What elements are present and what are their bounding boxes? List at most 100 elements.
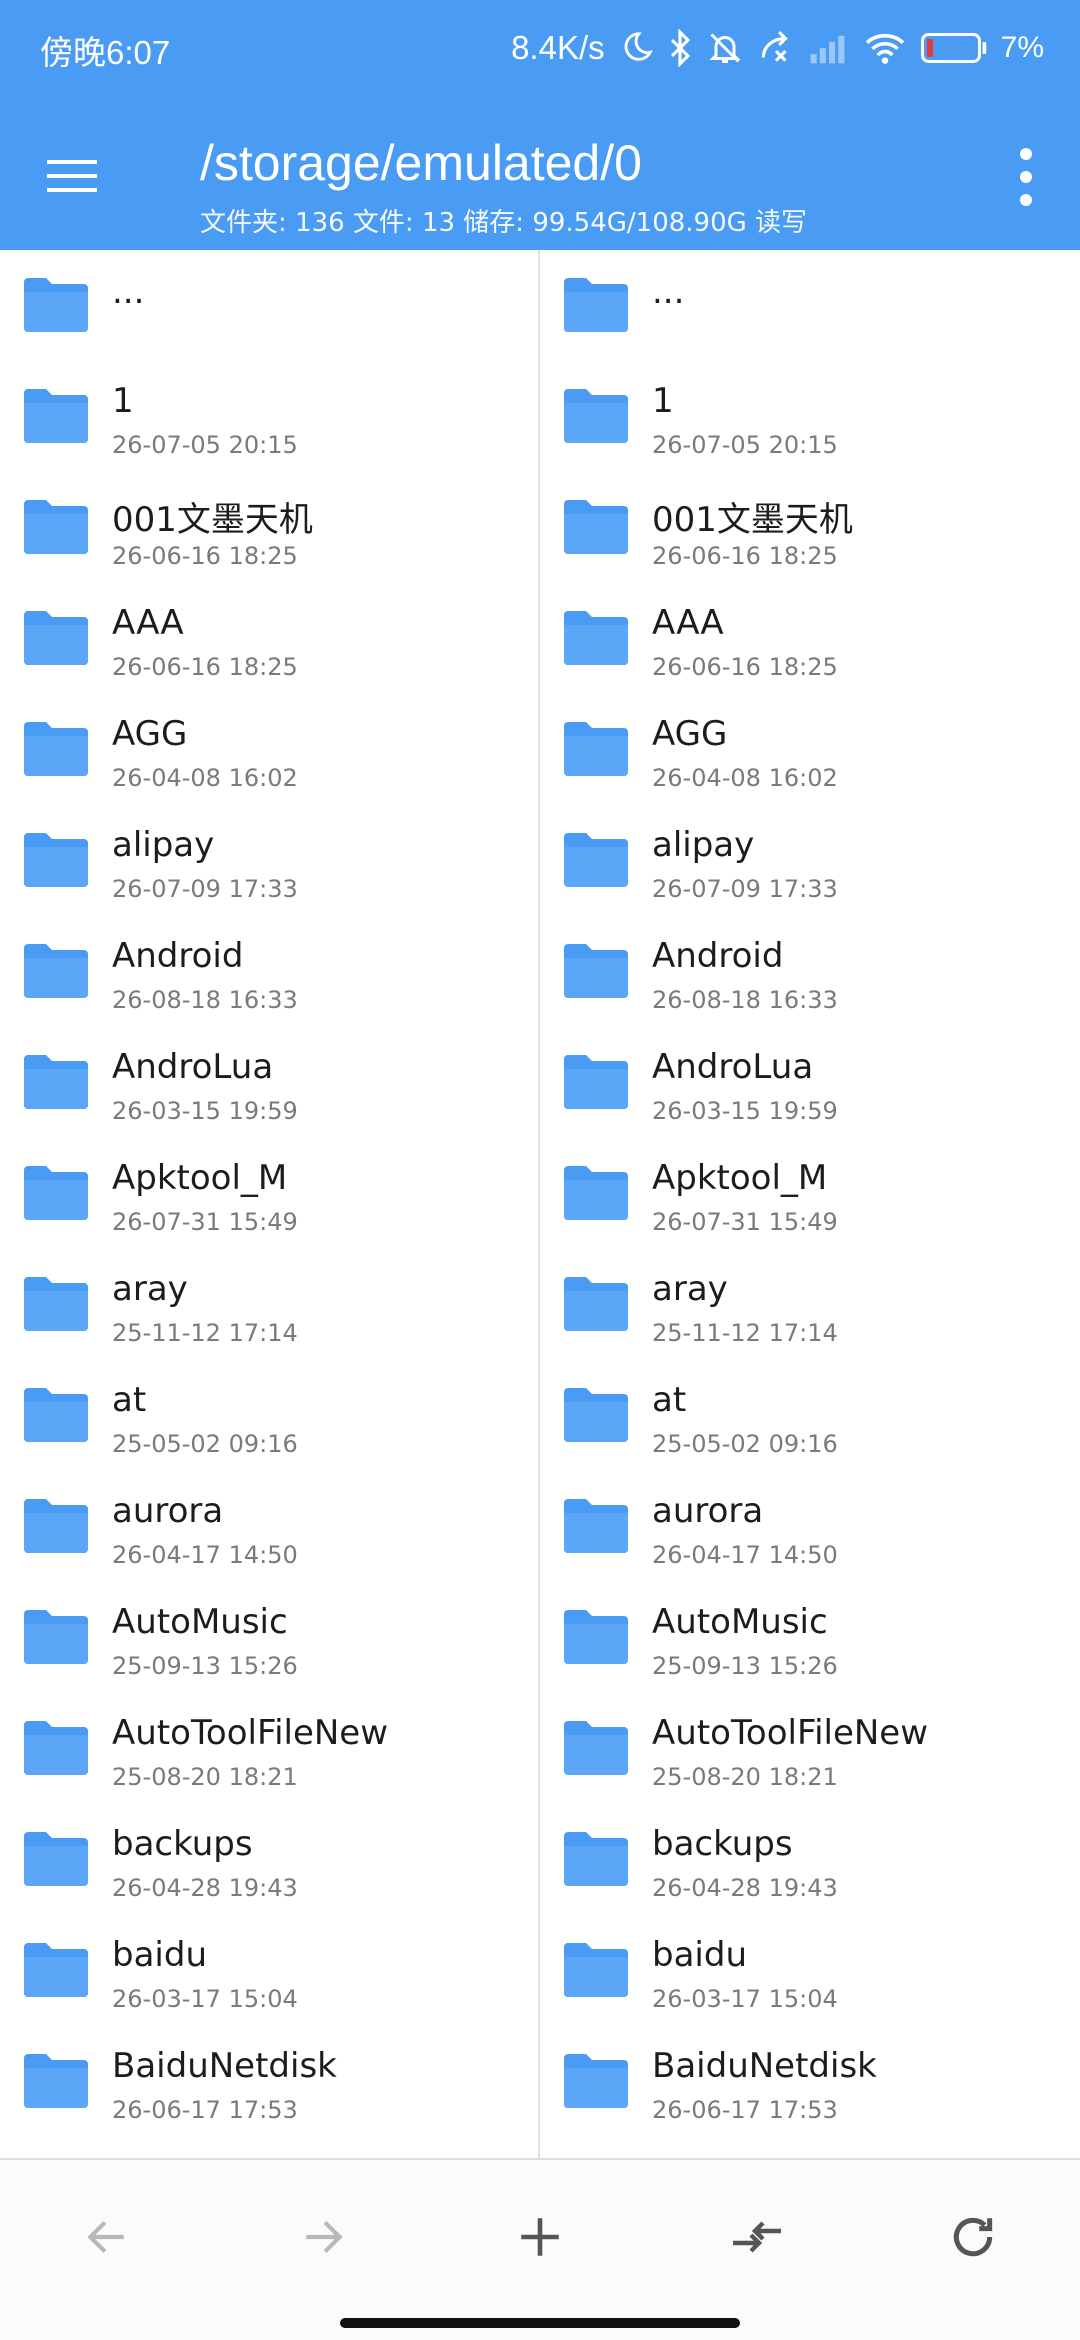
file-name: ... [652, 272, 685, 312]
refresh-icon [953, 2217, 993, 2257]
folder-icon [564, 278, 628, 332]
file-name: Android [652, 936, 784, 976]
right-pane[interactable]: ... 1 26-07-05 20:15 001文墨天机 26-06-16 18:25 A… [540, 250, 1080, 2158]
folder-row[interactable]: backups 26-04-28 19:43 [0, 1804, 538, 1915]
bell-off-icon [709, 33, 741, 63]
folder-row[interactable]: BaiduNetdisk 26-06-17 17:53 [540, 2026, 1080, 2137]
folder-icon [24, 1499, 88, 1553]
folder-row[interactable]: 1 26-07-05 20:15 [540, 361, 1080, 472]
folder-row[interactable]: AAA 26-06-16 18:25 [540, 583, 1080, 694]
file-name: baidu [112, 1935, 207, 1975]
file-name: 1 [112, 381, 134, 421]
home-indicator[interactable] [340, 2318, 740, 2328]
folder-row[interactable]: backups 26-04-28 19:43 [540, 1804, 1080, 1915]
file-name: alipay [112, 825, 215, 865]
folder-icon [564, 1166, 628, 1220]
storage-info: 文件夹: 136 文件: 13 储存: 99.54G/108.90G 读写 [200, 208, 808, 238]
add-button[interactable] [505, 2202, 575, 2272]
folder-row[interactable]: AndroLua 26-03-15 19:59 [540, 1027, 1080, 1138]
refresh-button[interactable] [938, 2202, 1008, 2272]
folder-row[interactable]: 1 26-07-05 20:15 [0, 361, 538, 472]
more-options-button[interactable] [996, 142, 1056, 212]
folder-row[interactable]: at 25-05-02 09:16 [0, 1360, 538, 1471]
folder-row[interactable]: AGG 26-04-08 16:02 [0, 694, 538, 805]
file-date: 25-05-02 09:16 [112, 1430, 298, 1458]
folder-row[interactable]: aray 25-11-12 17:14 [540, 1249, 1080, 1360]
folder-row[interactable]: alipay 26-07-09 17:33 [0, 805, 538, 916]
file-name: AndroLua [652, 1047, 814, 1087]
folder-row[interactable]: BaiduNetdisk 26-06-17 17:53 [0, 2026, 538, 2137]
folder-row[interactable]: baidu 26-03-17 15:04 [540, 1915, 1080, 2026]
folder-icon [24, 1166, 88, 1220]
file-name: BaiduNetdisk [112, 2046, 337, 2086]
folder-icon [24, 1388, 88, 1442]
folder-icon [24, 500, 88, 554]
file-name: AAA [652, 603, 724, 643]
folder-row[interactable]: 001文墨天机 26-06-16 18:25 [540, 472, 1080, 583]
folder-row[interactable]: aurora 26-04-17 14:50 [0, 1471, 538, 1582]
folder-icon [564, 1832, 628, 1886]
file-name: 001文墨天机 [112, 500, 313, 540]
file-name: aray [652, 1269, 728, 1309]
folder-icon [24, 1832, 88, 1886]
folder-row[interactable]: AutoMusic 25-09-13 15:26 [0, 1582, 538, 1693]
folder-icon [564, 1388, 628, 1442]
folder-icon [24, 944, 88, 998]
parent-folder-row[interactable]: ... [540, 250, 1080, 361]
wifi-icon [865, 33, 904, 64]
file-name: ... [112, 272, 145, 312]
folder-row[interactable]: Android 26-08-18 16:33 [540, 916, 1080, 1027]
file-date: 26-07-31 15:49 [652, 1208, 838, 1236]
folder-icon [24, 1610, 88, 1664]
folder-row[interactable]: aray 25-11-12 17:14 [0, 1249, 538, 1360]
folder-row[interactable]: aurora 26-04-17 14:50 [540, 1471, 1080, 1582]
folder-row[interactable]: Apktool_M 26-07-31 15:49 [0, 1138, 538, 1249]
folder-icon [24, 2054, 88, 2108]
left-pane[interactable]: ... 1 26-07-05 20:15 001文墨天机 26-06-16 18:25 A… [0, 250, 540, 2158]
menu-button[interactable] [44, 144, 108, 208]
file-panes: ... 1 26-07-05 20:15 001文墨天机 26-06-16 18:25 A… [0, 250, 1080, 2158]
forward-button[interactable] [288, 2202, 358, 2272]
file-date: 26-04-08 16:02 [112, 764, 298, 792]
status-time: 傍晚6:07 [40, 34, 171, 71]
file-name: aurora [112, 1491, 224, 1531]
parent-folder-row[interactable]: ... [0, 250, 538, 361]
folder-icon [564, 722, 628, 776]
folder-icon [564, 944, 628, 998]
folder-icon [24, 611, 88, 665]
file-name: AndroLua [112, 1047, 274, 1087]
folder-row[interactable]: AutoToolFileNew 25-08-20 18:21 [540, 1693, 1080, 1804]
folder-icon [24, 722, 88, 776]
file-name: AutoToolFileNew [652, 1713, 929, 1753]
folder-row[interactable]: 001文墨天机 26-06-16 18:25 [0, 472, 538, 583]
file-name: AutoToolFileNew [112, 1713, 389, 1753]
file-name: at [652, 1380, 687, 1420]
folder-icon [564, 1610, 628, 1664]
folder-row[interactable]: Apktool_M 26-07-31 15:49 [540, 1138, 1080, 1249]
folder-icon [564, 1721, 628, 1775]
folder-row[interactable]: at 25-05-02 09:16 [540, 1360, 1080, 1471]
folder-row[interactable]: AAA 26-06-16 18:25 [0, 583, 538, 694]
file-name: Android [112, 936, 244, 976]
folder-icon [564, 611, 628, 665]
file-date: 26-08-18 16:33 [112, 986, 298, 1014]
folder-row[interactable]: AutoMusic 25-09-13 15:26 [540, 1582, 1080, 1693]
folder-row[interactable]: baidu 26-03-17 15:04 [0, 1915, 538, 2026]
folder-row[interactable]: AGG 26-04-08 16:02 [540, 694, 1080, 805]
folder-icon [24, 278, 88, 332]
file-name: at [112, 1380, 147, 1420]
folder-icon [24, 389, 88, 443]
folder-row[interactable]: Android 26-08-18 16:33 [0, 916, 538, 1027]
file-date: 26-06-16 18:25 [652, 542, 838, 570]
file-date: 26-06-16 18:25 [652, 653, 838, 681]
folder-icon [564, 389, 628, 443]
folder-row[interactable]: alipay 26-07-09 17:33 [540, 805, 1080, 916]
more-vertical-icon [1020, 148, 1032, 206]
add-icon [521, 2218, 559, 2256]
folder-row[interactable]: AndroLua 26-03-15 19:59 [0, 1027, 538, 1138]
back-button[interactable] [72, 2202, 142, 2272]
bluetooth-icon [670, 29, 690, 67]
folder-row[interactable]: AutoToolFileNew 25-08-20 18:21 [0, 1693, 538, 1804]
folder-icon [564, 500, 628, 554]
swap-panes-button[interactable] [722, 2202, 792, 2272]
